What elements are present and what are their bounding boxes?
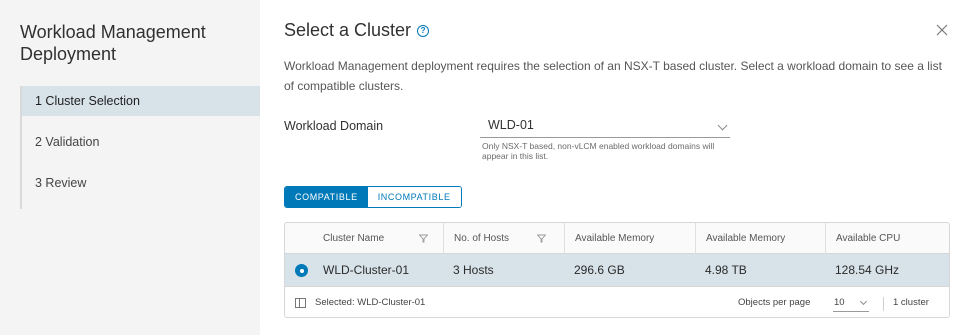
page-description: Workload Management deployment requires … [284, 59, 942, 93]
step-cluster-selection[interactable]: 1 Cluster Selection [22, 86, 260, 116]
selected-summary: Selected: WLD-Cluster-01 [315, 297, 426, 308]
step-review[interactable]: 3 Review [22, 168, 260, 209]
grid-header: Cluster Name No. of Hosts Available Memo… [285, 223, 949, 254]
cell-available-memory: 296.6 GB [574, 263, 625, 277]
per-page-value: 10 [834, 297, 845, 308]
cell-hosts: 3 Hosts [453, 263, 494, 277]
column-header-label: No. of Hosts [454, 233, 510, 244]
filter-icon[interactable] [419, 234, 428, 243]
page-heading: Select a Cluster ? [284, 20, 430, 41]
workload-domain-label: Workload Domain [284, 119, 384, 133]
cell-available-cpu: 128.54 GHz [835, 263, 900, 277]
filter-icon[interactable] [537, 234, 546, 243]
wizard-steps: 1 Cluster Selection 2 Validation 3 Revie… [20, 86, 260, 209]
step-validation[interactable]: 2 Validation [22, 127, 260, 168]
column-header-available-memory-2[interactable]: Available Memory [695, 223, 825, 254]
column-header-label: Cluster Name [323, 233, 385, 244]
column-toggle-icon[interactable] [295, 298, 306, 308]
help-circle-icon[interactable]: ? [417, 24, 430, 37]
cluster-grid: Cluster Name No. of Hosts Available Memo… [284, 222, 950, 318]
item-count: 1 cluster [893, 297, 929, 308]
close-icon[interactable] [934, 22, 950, 38]
wizard-title: Workload Management Deployment [20, 22, 206, 64]
workload-domain-hint: Only NSX-T based, non-vLCM enabled workl… [482, 141, 715, 161]
per-page-select[interactable]: 10 [833, 296, 869, 312]
column-header-label: Available CPU [836, 233, 901, 244]
compatibility-toggle: COMPATIBLE INCOMPATIBLE [284, 186, 462, 208]
footer-divider [883, 297, 884, 311]
grid-footer: Selected: WLD-Cluster-01 Objects per pag… [285, 287, 949, 317]
column-header-available-cpu[interactable]: Available CPU [825, 223, 949, 254]
compatible-button[interactable]: COMPATIBLE [285, 187, 368, 207]
chevron-down-icon [859, 297, 868, 306]
workload-domain-select[interactable]: WLD-01 [480, 116, 730, 138]
column-header-label: Available Memory [575, 233, 655, 244]
per-page-label: Objects per page [738, 297, 811, 308]
wizard-content: Select a Cluster ? Workload Management d… [260, 0, 960, 335]
wizard-sidebar: Workload Management Deployment 1 Cluster… [0, 0, 260, 335]
workload-management-wizard: Workload Management Deployment 1 Cluster… [0, 0, 960, 335]
incompatible-button[interactable]: INCOMPATIBLE [367, 187, 461, 207]
column-header-available-memory[interactable]: Available Memory [564, 223, 694, 254]
chevron-down-icon [717, 120, 728, 131]
table-row[interactable]: WLD-Cluster-01 3 Hosts 296.6 GB 4.98 TB … [285, 254, 949, 287]
cell-cluster-name: WLD-Cluster-01 [323, 263, 410, 277]
workload-domain-value: WLD-01 [488, 118, 534, 132]
column-header-label: Available Memory [706, 233, 786, 244]
row-select-radio[interactable] [295, 264, 308, 277]
cell-available-memory-2: 4.98 TB [705, 263, 747, 277]
page-title: Select a Cluster [284, 20, 412, 40]
